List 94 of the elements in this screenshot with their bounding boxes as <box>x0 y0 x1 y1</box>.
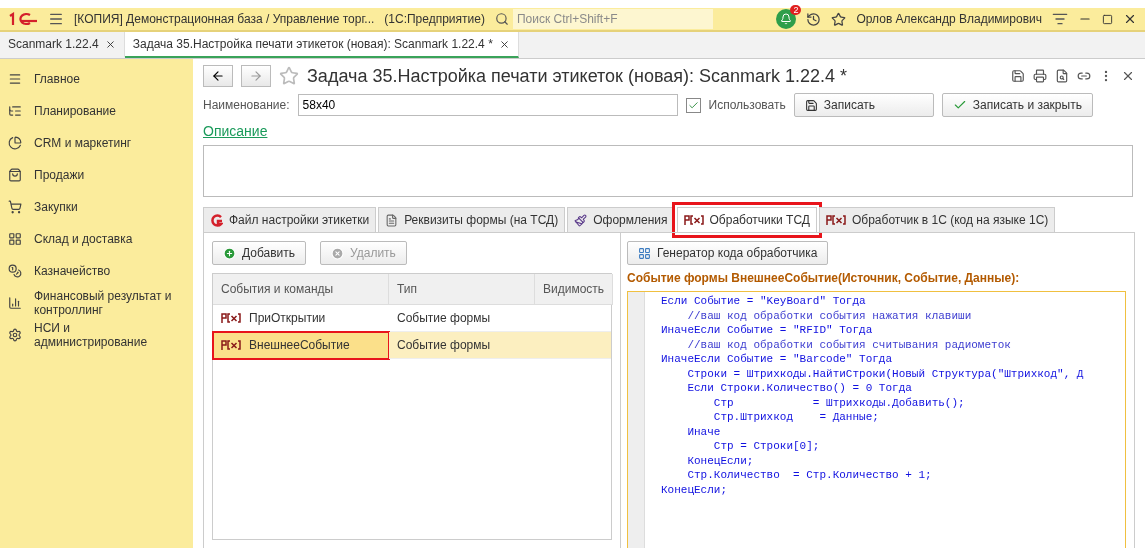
code-line: Стр.Количество = Стр.Количество + 1; <box>686 468 933 483</box>
code-icon <box>683 215 704 225</box>
sidebar-item[interactable]: Закупки <box>34 200 78 214</box>
code-line: Иначе <box>686 424 722 439</box>
code-line: //ваш код обработки события считывания радиометок <box>686 337 1012 352</box>
form-title: Задача 35.Настройка печати этикеток (новая): Scanmark 1.22.4 * <box>307 65 848 87</box>
arrow-right-icon <box>249 69 263 83</box>
printer-icon[interactable] <box>1033 69 1047 83</box>
code-line: Если Событие = "KeyBoard" Тогда <box>661 294 867 309</box>
sidebar-item[interactable]: НСИ и администрирование <box>34 321 185 349</box>
save-button[interactable]: Записать <box>793 93 934 117</box>
close-icon[interactable] <box>498 38 510 50</box>
sidebar-item[interactable]: CRM и маркетинг <box>34 136 132 150</box>
code-icon <box>825 215 846 225</box>
close-icon[interactable] <box>104 38 116 50</box>
code-line: //ваш код обработки события нажатия клавиши <box>686 308 973 323</box>
menu-icon[interactable] <box>48 11 64 27</box>
description-link[interactable]: Описание <box>203 123 268 139</box>
window-title: [КОПИЯ] Демонстрационная база / Управление торг... <box>74 12 375 26</box>
bell-icon <box>780 13 793 25</box>
table-cell: Событие формы <box>389 332 535 359</box>
code-line: Стр = Штрихкоды.Добавить(); <box>712 395 966 410</box>
logo-icon <box>8 12 38 26</box>
document-tab[interactable]: Scanmark 1.22.4 <box>0 32 125 58</box>
column-header: Видимость <box>535 274 614 305</box>
search-field[interactable]: Поиск Ctrl+Shift+F <box>512 9 713 29</box>
code-line: КонецЕсли; <box>686 453 755 468</box>
generator-icon <box>638 246 651 260</box>
check-icon <box>952 98 967 112</box>
code-title: Событие формы ВнешнееСобытие(Источник, Событие, Данные): <box>627 271 1021 285</box>
close-icon[interactable] <box>1121 69 1135 83</box>
filter-icon[interactable] <box>1052 11 1068 27</box>
generator-button[interactable]: Генератор кода обработчика <box>627 241 829 265</box>
preview-icon[interactable] <box>1055 69 1069 83</box>
document-icon <box>385 213 399 227</box>
search-icon[interactable] <box>494 12 509 26</box>
back-button[interactable] <box>203 65 233 87</box>
code-editor[interactable] <box>627 291 1126 548</box>
code-line: Стр = Строки[0]; <box>712 439 821 454</box>
add-button[interactable]: Добавить <box>212 241 307 265</box>
document-tab[interactable]: Задача 35.Настройка печати этикеток (новая): Scanmark 1.22.4 * <box>124 32 519 58</box>
save-close-button[interactable]: Записать и закрыть <box>941 93 1093 117</box>
close-icon[interactable] <box>1123 12 1137 26</box>
coins-icon <box>8 264 22 278</box>
sidebar-item[interactable]: Планирование <box>34 104 116 118</box>
use-label: Использовать <box>708 98 786 112</box>
history-icon[interactable] <box>806 11 822 27</box>
notification-count: 2 <box>790 5 802 15</box>
code-line: ИначеЕсли Событие = "Barcode" Тогда <box>661 352 894 367</box>
cart-icon <box>8 200 22 214</box>
code-icon <box>221 313 241 323</box>
link-icon[interactable] <box>1077 69 1091 83</box>
settings-icon <box>8 328 22 342</box>
code-line: ИначеЕсли Событие = "RFID" Тогда <box>661 323 874 338</box>
arrow-left-icon <box>211 69 225 83</box>
code-line: Строки = Штрихкоды.НайтиСтроки(Новый Структура("Штрихкод", Д <box>686 366 1084 381</box>
form-tab[interactable]: Оформления <box>567 207 675 233</box>
check-icon <box>687 99 699 111</box>
x-circle-icon <box>331 246 345 260</box>
sidebar-item[interactable]: Склад и доставка <box>34 232 133 246</box>
sidebar-item[interactable]: Главное <box>34 72 80 86</box>
sidebar-item[interactable]: Продажи <box>34 168 85 182</box>
user-name[interactable]: Орлов Александр Владимирович <box>856 12 1042 26</box>
save-icon[interactable] <box>1011 69 1025 83</box>
app-name: (1С:Предприятие) <box>384 12 485 26</box>
description-field[interactable] <box>203 145 1133 197</box>
pie-chart-icon <box>8 136 22 150</box>
sidebar-item[interactable]: Казначейство <box>34 264 111 278</box>
bag-icon <box>8 168 22 182</box>
table-cell[interactable]: ВнешнееСобытие <box>213 332 389 359</box>
name-field[interactable]: 58x40 <box>297 94 678 116</box>
star-icon[interactable] <box>831 11 847 27</box>
logo-icon <box>210 213 223 227</box>
use-checkbox[interactable] <box>685 97 701 113</box>
save-icon <box>804 98 818 112</box>
column-header: События и команды <box>213 274 389 305</box>
menu-icon <box>8 72 22 86</box>
name-label: Наименование: <box>203 98 290 112</box>
plus-icon <box>223 246 236 260</box>
bar-chart-icon <box>8 296 22 310</box>
sidebar-item[interactable]: Финансовый результат и контроллинг <box>34 289 185 317</box>
code-line: Стр.Штрихкод = Данные; <box>712 410 880 425</box>
maximize-icon[interactable] <box>1102 13 1113 25</box>
grid-icon <box>8 232 22 246</box>
code-line: КонецЕсли; <box>661 482 728 497</box>
brush-icon <box>574 213 588 227</box>
code-icon <box>221 340 241 350</box>
form-tab[interactable]: Реквизиты формы (на ТСД) <box>378 207 566 233</box>
code-line: Если Строки.Количество() = 0 Тогда <box>686 381 913 396</box>
column-header: Тип <box>389 274 535 305</box>
chart-list-icon <box>8 104 22 118</box>
form-tab[interactable]: Файл настройки этикетки <box>203 207 377 233</box>
form-tab[interactable]: Обработчик в 1С (код на языке 1С) <box>818 207 1056 233</box>
star-icon[interactable] <box>279 66 299 86</box>
